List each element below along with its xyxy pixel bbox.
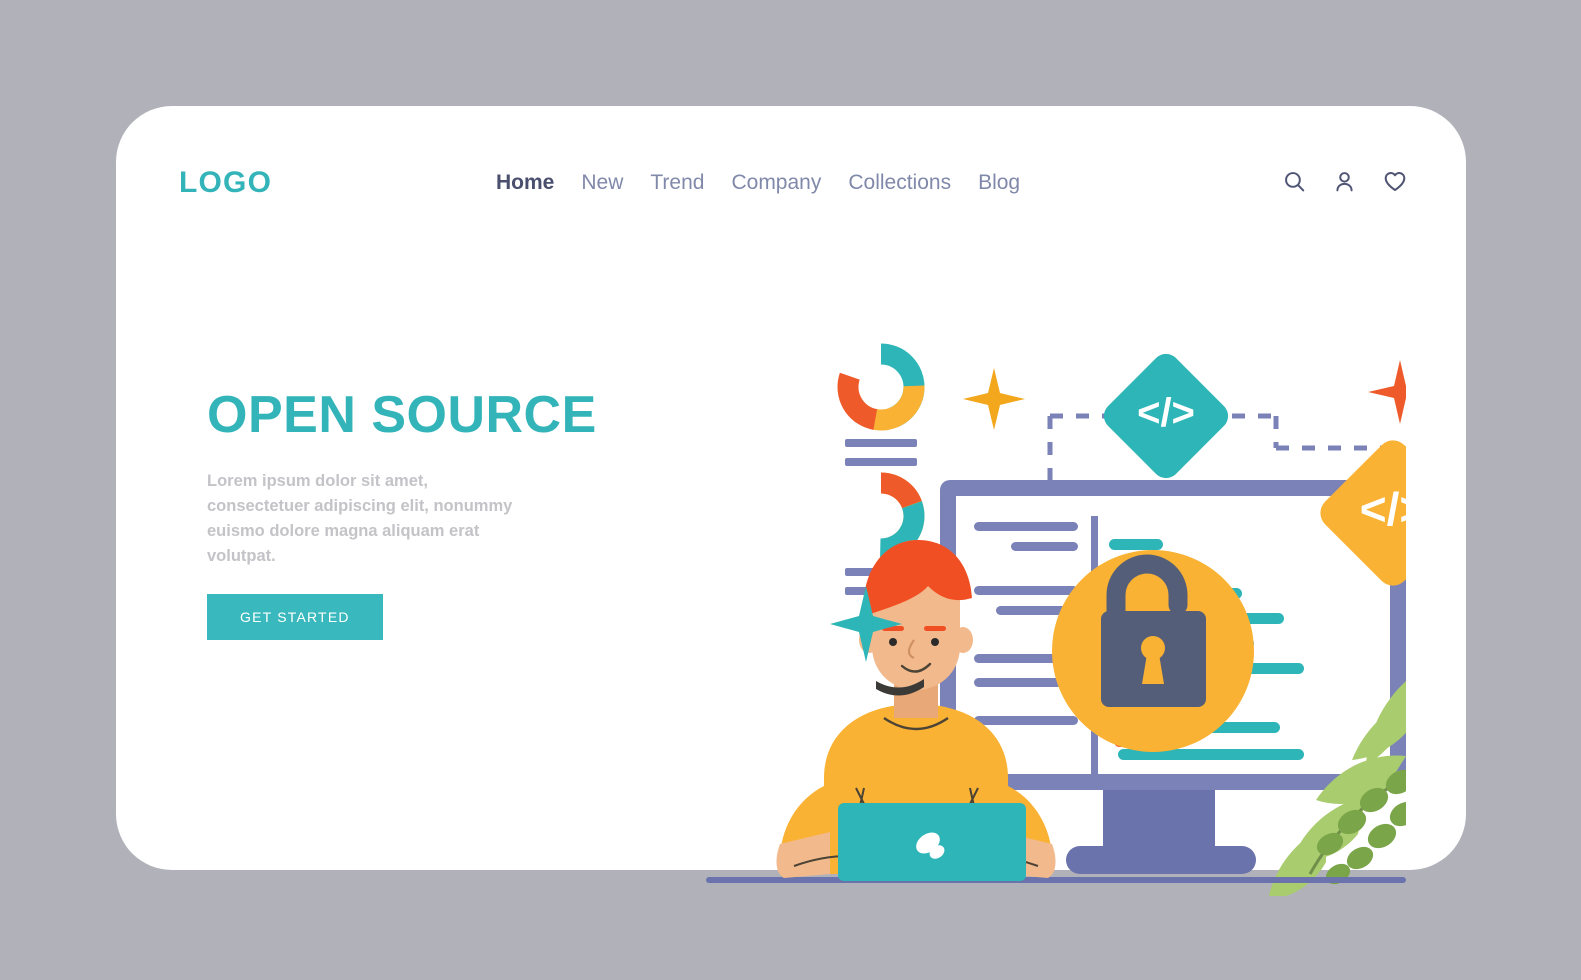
landing-card: LOGO Home New Trend Company Collections … [116,106,1466,896]
code-symbol-teal: </> [1137,391,1195,435]
page-title: OPEN SOURCE [207,386,597,444]
ground-line [706,877,1406,883]
hero-illustration: </> </ [706,226,1406,896]
get-started-button[interactable]: GET STARTED [207,593,383,640]
hero-description: Lorem ipsum dolor sit amet, consectetuer… [207,471,513,565]
nav-item-trend[interactable]: Trend [650,171,704,195]
laptop [838,803,1026,881]
header-icon-group [1282,168,1408,194]
open-padlock-badge [1052,550,1254,752]
heart-icon[interactable] [1382,168,1408,194]
donut-chart-top [837,343,925,431]
nav-item-home[interactable]: Home [496,171,554,195]
hero-section: OPEN SOURCE Lorem ipsum dolor sit amet, … [207,388,647,640]
main-navigation: Home New Trend Company Collections Blog [496,171,1020,195]
star-orange-sparkle [1368,360,1406,424]
code-symbol-orange: </> [1360,483,1406,535]
star-yellow-sparkle [963,368,1025,430]
site-header: LOGO Home New Trend Company Collections … [116,154,1466,224]
user-icon[interactable] [1332,169,1357,194]
nav-item-blog[interactable]: Blog [978,171,1020,195]
nav-item-collections[interactable]: Collections [848,171,951,195]
nav-item-new[interactable]: New [581,171,623,195]
page-root: LOGO Home New Trend Company Collections … [0,0,1581,980]
nav-item-company[interactable]: Company [731,171,821,195]
search-icon[interactable] [1282,169,1307,194]
logo[interactable]: LOGO [179,166,272,200]
